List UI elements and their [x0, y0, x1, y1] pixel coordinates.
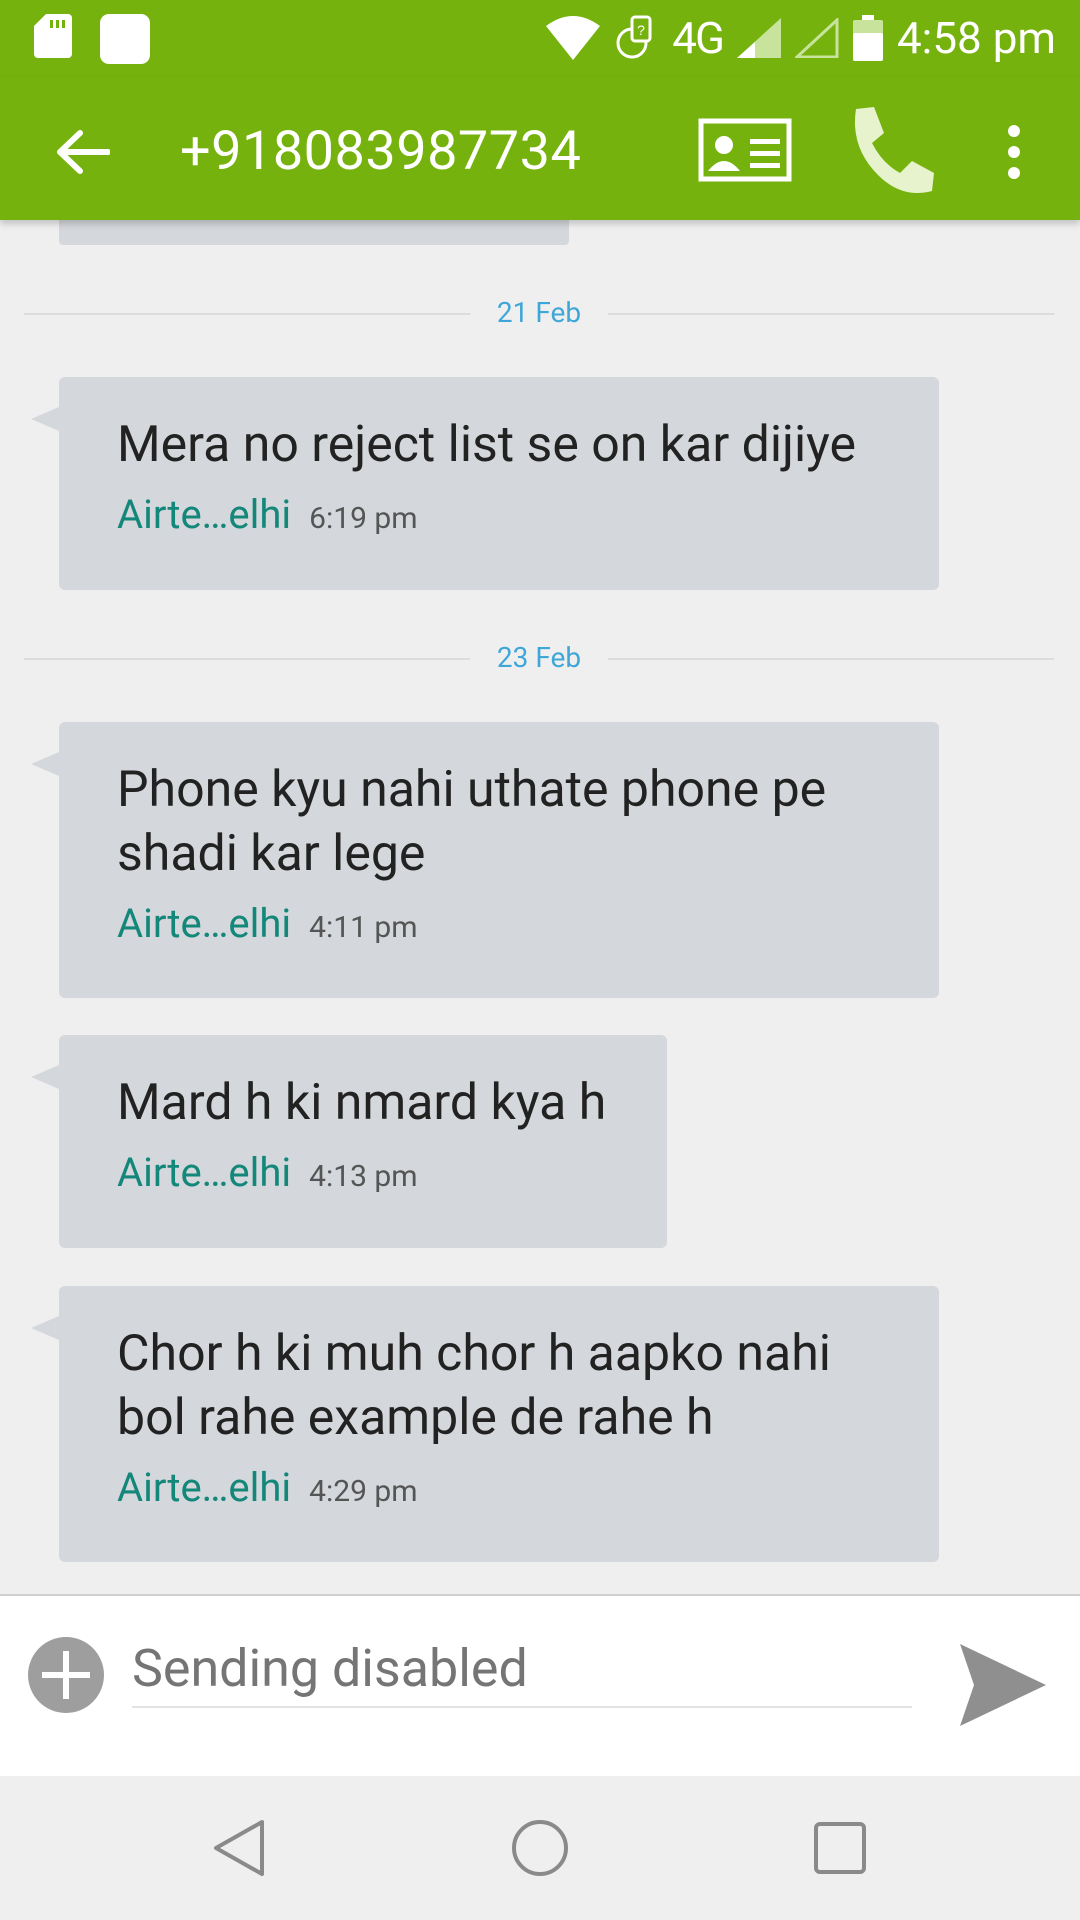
- status-time: 4:58 pm: [896, 12, 1056, 64]
- more-vert-icon[interactable]: [994, 117, 1034, 187]
- compose-bar: [0, 1594, 1080, 1778]
- back-arrow-icon: [57, 130, 110, 174]
- message-time: 6:19 pm: [309, 501, 418, 536]
- message-time: 4:13 pm: [309, 1159, 418, 1194]
- message-sender: Airte…elhi: [117, 491, 292, 538]
- phone-icon[interactable]: [842, 103, 936, 197]
- message-text: Chor h ki muh chor h aapko nahi bol rahe…: [117, 1325, 831, 1447]
- date-label: 21 Feb: [496, 296, 582, 329]
- message-sender: Airte…elhi: [117, 1149, 292, 1196]
- add-icon: [42, 1651, 90, 1699]
- data-icon: ?: [616, 15, 652, 59]
- date-separator: 21 Feb: [24, 293, 1054, 333]
- conversation-list[interactable]: 21 Feb Mera no reject list se on kar dij…: [0, 220, 1080, 1594]
- nav-home-icon[interactable]: [508, 1816, 572, 1880]
- contact-card-icon[interactable]: [698, 115, 792, 185]
- nav-recents-icon[interactable]: [808, 1816, 872, 1880]
- message-sender: Airte…elhi: [117, 900, 292, 947]
- battery-icon: [852, 15, 883, 61]
- date-separator: 23 Feb: [24, 638, 1054, 678]
- status-bar: ? 4G 4:58 pm: [0, 0, 1080, 77]
- message-text: Mard h ki nmard kya h: [117, 1074, 607, 1132]
- network-type: 4G: [672, 12, 725, 64]
- back-button[interactable]: [48, 117, 118, 187]
- app-bar: +918083987734: [0, 77, 1080, 220]
- attach-button[interactable]: [28, 1637, 104, 1713]
- conversation-title: +918083987734: [180, 120, 582, 183]
- message-sender: Airte…elhi: [117, 1464, 292, 1511]
- nav-back-icon[interactable]: [208, 1816, 272, 1880]
- signal-icon: [736, 18, 781, 58]
- svg-text:?: ?: [637, 22, 645, 38]
- navigation-bar: [0, 1776, 1080, 1920]
- message-bubble[interactable]: Chor h ki muh chor h aapko nahi bol rahe…: [31, 1286, 939, 1562]
- message-text: Mera no reject list se on kar dijiye: [117, 416, 857, 474]
- message-time: 4:29 pm: [309, 1474, 418, 1509]
- message-time: 4:11 pm: [309, 910, 418, 945]
- wifi-icon: [546, 16, 601, 60]
- send-icon[interactable]: [958, 1640, 1048, 1730]
- notification-icon: [100, 14, 150, 64]
- message-bubble[interactable]: Mera no reject list se on kar dijiye Air…: [31, 377, 939, 590]
- message-bubble-partial: [59, 220, 569, 245]
- sd-card-icon: [34, 14, 72, 58]
- message-text: Phone kyu nahi uthate phone pe shadi kar…: [117, 761, 827, 883]
- date-label: 23 Feb: [496, 641, 582, 674]
- message-bubble[interactable]: Phone kyu nahi uthate phone pe shadi kar…: [31, 722, 939, 998]
- message-bubble[interactable]: Mard h ki nmard kya h Airte…elhi 4:13 pm: [31, 1035, 667, 1248]
- message-input[interactable]: [132, 1630, 912, 1708]
- signal-icon-sim2: [794, 18, 839, 58]
